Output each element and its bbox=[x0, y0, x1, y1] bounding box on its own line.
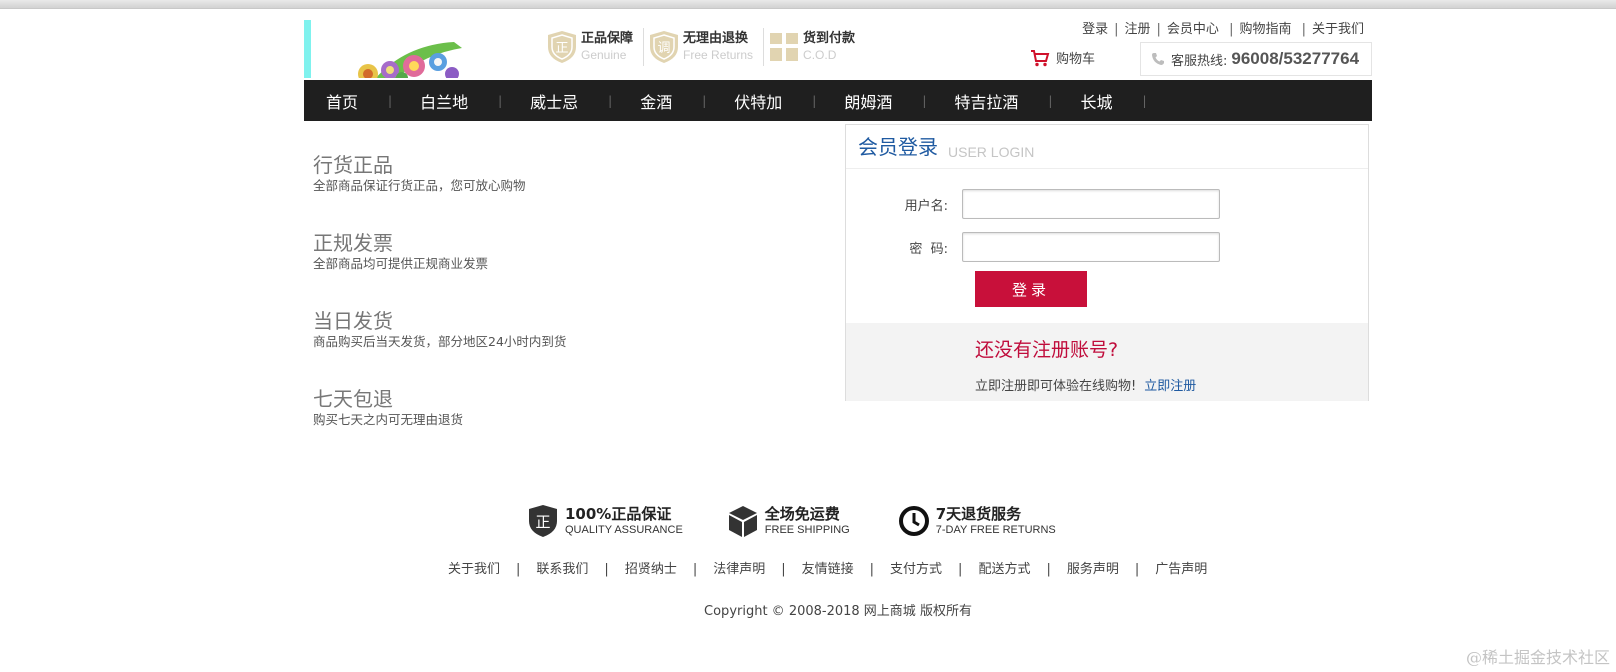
login-button[interactable]: 登录 bbox=[975, 271, 1087, 307]
phone-icon bbox=[1152, 53, 1164, 65]
guarantee-title: 100%正品保证 bbox=[565, 505, 672, 523]
box-icon bbox=[728, 506, 757, 537]
password-label: 密 码: bbox=[909, 241, 948, 257]
register-hint: 立即注册即可体验在线购物! 立即注册 bbox=[975, 375, 1196, 394]
promo-returns: 调 无理由退换 Free Returns bbox=[644, 28, 765, 66]
nav-item-home[interactable]: 首页 bbox=[326, 89, 358, 113]
register-hint-text: 立即注册即可体验在线购物! bbox=[975, 379, 1137, 394]
svg-text:正: 正 bbox=[555, 41, 568, 56]
shield-tiao-icon: 调 bbox=[650, 31, 679, 63]
no-account-heading: 还没有注册账号? bbox=[975, 339, 1119, 361]
page-container: 正 正品保障 Genuine 调 无理由退换 Free Returns 货到付款… bbox=[304, 0, 1372, 672]
toplink-login[interactable]: 登录 bbox=[1082, 22, 1108, 37]
nav-item-tequila[interactable]: 特吉拉酒 bbox=[954, 89, 1018, 113]
feature-desc: 全部商品均可提供正规商业发票 bbox=[313, 256, 489, 271]
login-header: 会员登录 USER LOGIN bbox=[846, 125, 1368, 169]
feature-item: 当日发货 商品购买后当天发货，部分地区24小时内到货 bbox=[313, 308, 566, 386]
nav-item-gin[interactable]: 金酒 bbox=[640, 89, 672, 113]
cart-label: 购物车 bbox=[1056, 52, 1096, 67]
shield-zheng-icon: 正 bbox=[548, 31, 576, 63]
login-title: 会员登录 bbox=[858, 135, 938, 159]
cart-link[interactable]: 购物车 bbox=[1030, 48, 1095, 67]
guarantee-subtitle: 7-DAY FREE RETURNS bbox=[935, 524, 1056, 536]
login-subtitle: USER LOGIN bbox=[948, 144, 1035, 160]
hotline-number: 96008/53277764 bbox=[1231, 49, 1360, 68]
footer-link-service[interactable]: 服务声明 bbox=[1067, 562, 1119, 577]
feature-title: 七天包退 bbox=[313, 387, 393, 411]
main-nav: 首页 | 白兰地 | 威士忌 | 金酒 | 伏特加 | 朗姆酒 | 特吉拉酒 | 长城 | bbox=[304, 80, 1372, 121]
nav-item-brandy[interactable]: 白兰地 bbox=[420, 89, 468, 113]
promo-title: 货到付款 bbox=[803, 31, 856, 46]
promo-genuine: 正 正品保障 Genuine bbox=[542, 28, 645, 66]
promo-title: 正品保障 bbox=[581, 31, 634, 46]
top-links: 登录 | 注册 | 会员中心 | 购物指南 | 关于我们 bbox=[1082, 22, 1364, 37]
footer-link-payment[interactable]: 支付方式 bbox=[890, 562, 942, 577]
svg-text:正: 正 bbox=[535, 513, 550, 531]
gift-box-icon bbox=[770, 33, 799, 61]
feature-title: 当日发货 bbox=[313, 309, 393, 333]
password-input[interactable] bbox=[962, 232, 1220, 262]
clock-icon bbox=[898, 506, 929, 536]
guarantee-quality: 正 100%正品保证 QUALITY ASSURANCE bbox=[527, 504, 683, 538]
shield-zheng-icon: 正 bbox=[529, 505, 557, 537]
footer-link-ads[interactable]: 广告声明 bbox=[1155, 562, 1207, 577]
guarantee-shipping: 全场免运费 FREE SHIPPING bbox=[727, 504, 850, 538]
toplink-shopping-guide[interactable]: 购物指南 bbox=[1239, 22, 1291, 37]
feature-title: 行货正品 bbox=[313, 153, 393, 177]
promo-cod: 货到付款 C.O.D bbox=[764, 28, 865, 66]
site-logo[interactable] bbox=[304, 20, 474, 78]
username-row: 用户名: bbox=[846, 188, 1366, 220]
footer-link-contact[interactable]: 联系我们 bbox=[536, 562, 588, 577]
guarantee-title: 7天退货服务 bbox=[935, 505, 1022, 523]
logo-flowers-icon bbox=[358, 42, 462, 78]
nav-item-rum[interactable]: 朗姆酒 bbox=[844, 89, 892, 113]
username-input[interactable] bbox=[962, 189, 1220, 219]
guarantee-subtitle: FREE SHIPPING bbox=[764, 524, 850, 536]
feature-list: 行货正品 全部商品保证行货正品，您可放心购物 正规发票 全部商品均可提供正规商业… bbox=[313, 152, 566, 464]
footer-link-about[interactable]: 关于我们 bbox=[448, 562, 500, 577]
register-prompt: 还没有注册账号? 立即注册即可体验在线购物! 立即注册 bbox=[846, 323, 1368, 401]
footer-link-careers[interactable]: 招贤纳士 bbox=[625, 562, 677, 577]
promo-subtitle: C.O.D bbox=[803, 48, 837, 62]
username-label: 用户名: bbox=[904, 198, 948, 214]
register-now-link[interactable]: 立即注册 bbox=[1144, 379, 1196, 394]
toplink-register[interactable]: 注册 bbox=[1125, 22, 1151, 37]
nav-item-great-wall[interactable]: 长城 bbox=[1080, 89, 1112, 113]
footer-link-legal[interactable]: 法律声明 bbox=[713, 562, 765, 577]
feature-desc: 全部商品保证行货正品，您可放心购物 bbox=[313, 178, 526, 193]
promo-title: 无理由退换 bbox=[683, 31, 749, 46]
nav-item-vodka[interactable]: 伏特加 bbox=[734, 89, 782, 113]
footer-link-delivery[interactable]: 配送方式 bbox=[978, 562, 1030, 577]
feature-title: 正规发票 bbox=[313, 231, 393, 255]
feature-item: 正规发票 全部商品均可提供正规商业发票 bbox=[313, 230, 566, 308]
copyright: Copyright © 2008-2018 网上商城 版权所有 bbox=[704, 604, 972, 619]
feature-item: 行货正品 全部商品保证行货正品，您可放心购物 bbox=[313, 152, 566, 230]
hotline-label: 客服热线: bbox=[1171, 53, 1228, 69]
svg-text:调: 调 bbox=[658, 41, 671, 56]
guarantee-returns: 7天退货服务 7-DAY FREE RETURNS bbox=[898, 504, 1056, 538]
feature-item: 七天包退 购买七天之内可无理由退货 bbox=[313, 386, 566, 464]
logo-accent-bar bbox=[304, 20, 311, 78]
toplink-about-us[interactable]: 关于我们 bbox=[1312, 22, 1364, 37]
footer-links: 关于我们 | 联系我们 | 招贤纳士 | 法律声明 | 友情链接 | 支付方式 | 配送方式 | 服务声明 |… bbox=[448, 562, 1208, 577]
login-panel: 会员登录 USER LOGIN 用户名: 密 码: 登录 还没有注册账号? 立即… bbox=[845, 124, 1369, 401]
guarantee-title: 全场免运费 bbox=[764, 505, 840, 523]
feature-desc: 商品购买后当天发货，部分地区24小时内到货 bbox=[313, 334, 567, 349]
nav-item-whisky[interactable]: 威士忌 bbox=[530, 89, 578, 113]
toplink-member-center[interactable]: 会员中心 bbox=[1167, 22, 1219, 37]
password-row: 密 码: bbox=[846, 231, 1366, 263]
promo-subtitle: Free Returns bbox=[683, 48, 754, 62]
feature-desc: 购买七天之内可无理由退货 bbox=[313, 412, 464, 427]
guarantee-subtitle: QUALITY ASSURANCE bbox=[565, 524, 683, 536]
guarantee-strip: 正 100%正品保证 QUALITY ASSURANCE 全场免运费 FREE … bbox=[527, 504, 1100, 538]
promo-subtitle: Genuine bbox=[581, 48, 627, 62]
hotline-box: 客服热线: 96008/53277764 bbox=[1140, 42, 1372, 76]
watermark: @稀土掘金技术社区 bbox=[1465, 648, 1610, 667]
promo-strip: 正 正品保障 Genuine 调 无理由退换 Free Returns 货到付款… bbox=[542, 28, 865, 66]
footer-link-friends[interactable]: 友情链接 bbox=[802, 562, 854, 577]
cart-icon bbox=[1031, 49, 1050, 66]
